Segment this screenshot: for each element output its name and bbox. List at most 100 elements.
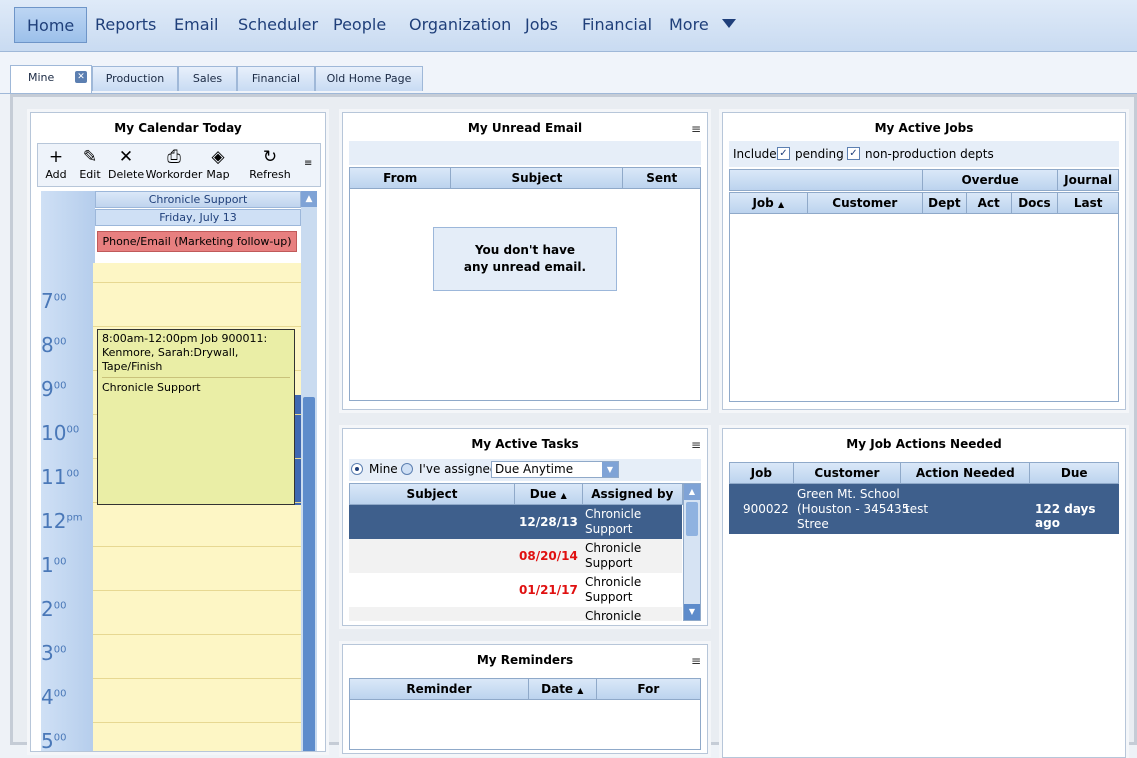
scroll-up-icon[interactable]: ▲ (301, 191, 317, 207)
active-jobs-title: My Active Jobs (874, 121, 974, 135)
hour-label: 200 (41, 597, 91, 621)
col-action-needed[interactable]: Action Needed (901, 463, 1031, 483)
pending-checkbox[interactable]: ✓ (777, 147, 790, 160)
nav-people[interactable]: People (321, 7, 398, 43)
appointment-time: 8:00am-12:00pm Job 900011: (102, 332, 268, 345)
action-row[interactable]: 900022 Green Mt. School (Houston - 34543… (729, 484, 1119, 534)
nav-more[interactable]: More (657, 7, 721, 43)
tab-old-home-page[interactable]: Old Home Page (315, 66, 423, 91)
nonprod-checkbox[interactable]: ✓ (847, 147, 860, 160)
sort-asc-icon: ▲ (560, 491, 567, 500)
col-customer[interactable]: Customer (794, 463, 902, 483)
col-sent[interactable]: Sent (623, 168, 700, 188)
delete-button[interactable]: ✕ Delete (108, 146, 144, 181)
x-icon: ✕ (118, 147, 134, 167)
more-dropdown-icon[interactable] (722, 19, 736, 28)
col-customer[interactable]: Customer (808, 193, 923, 213)
hour-number: 1 (41, 553, 54, 577)
add-button[interactable]: + Add (42, 146, 70, 181)
tasks-scrollbar[interactable]: ▲ ▼ (683, 483, 701, 621)
event-marker (295, 395, 301, 505)
hour-number: 8 (41, 333, 54, 357)
col-subject[interactable]: Subject (350, 484, 515, 504)
menu-icon[interactable]: ≡ (304, 158, 312, 169)
radio-dot (355, 467, 359, 471)
email-title: My Unread Email (467, 121, 583, 135)
tab-financial[interactable]: Financial (237, 66, 315, 91)
hour-number: 7 (41, 289, 54, 313)
col-reminder[interactable]: Reminder (350, 679, 529, 699)
tab-mine-label: Mine (28, 71, 55, 84)
add-label: Add (45, 168, 67, 181)
active-jobs-panel: My Active Jobs Include ✓ pending ✓ non-p… (722, 112, 1126, 410)
hour-label: 800 (41, 333, 91, 357)
hour-number: 11 (41, 465, 67, 489)
tasks-scroll-thumb[interactable] (686, 502, 698, 536)
plus-icon: + (48, 147, 64, 167)
hour-label: 300 (41, 641, 91, 665)
assigned-radio[interactable] (401, 463, 413, 475)
hour-number: 5 (41, 729, 54, 752)
hour-minutes: 00 (53, 732, 67, 744)
reminders-title: My Reminders (476, 653, 574, 667)
nav-jobs[interactable]: Jobs (513, 7, 570, 43)
reminders-list (349, 700, 701, 750)
action-needed: test (905, 502, 929, 516)
col-due[interactable]: Due (1030, 463, 1118, 483)
task-row[interactable]: 01/21/17 Chronicle Support (349, 573, 682, 607)
task-assigned-by: Chronicle (585, 575, 642, 589)
menu-icon[interactable]: ≡ (691, 438, 701, 452)
tab-sales[interactable]: Sales (178, 66, 237, 91)
refresh-button[interactable]: ↻ Refresh (248, 146, 292, 181)
action-customer: Green Mt. School (797, 487, 900, 501)
menu-icon[interactable]: ≡ (691, 122, 701, 136)
col-assigned-by[interactable]: Assigned by (583, 484, 682, 504)
refresh-label: Refresh (249, 168, 291, 181)
col-job[interactable]: Job (730, 463, 794, 483)
task-row[interactable]: 08/20/14 Chronicle Support (349, 539, 682, 573)
nav-home[interactable]: Home (14, 7, 88, 43)
nav-organization[interactable]: Organization (397, 7, 523, 43)
close-tab-icon[interactable]: ✕ (75, 71, 87, 83)
job-appointment[interactable]: 8:00am-12:00pm Job 900011: Kenmore, Sara… (97, 329, 295, 505)
col-due[interactable]: Due ▲ (515, 484, 583, 504)
hour-number: 10 (41, 421, 67, 445)
nav-scheduler[interactable]: Scheduler (226, 7, 330, 43)
col-dept[interactable]: Dept (923, 193, 967, 213)
allday-appointment[interactable]: Phone/Email (Marketing follow-up) (97, 231, 297, 252)
nav-financial[interactable]: Financial (570, 7, 664, 43)
workorder-button[interactable]: ⎙ Workorder (145, 146, 203, 181)
mine-radio[interactable] (351, 463, 363, 475)
nav-email[interactable]: Email (162, 7, 230, 43)
col-docs[interactable]: Docs (1012, 193, 1059, 213)
col-job[interactable]: Job ▲ (730, 193, 808, 213)
hour-minutes: pm (66, 512, 83, 524)
email-filter-bar (349, 141, 701, 165)
col-job-label: Job (752, 196, 774, 210)
sort-asc-icon: ▲ (577, 686, 584, 695)
map-button[interactable]: ◈ Map (204, 146, 232, 181)
tab-production[interactable]: Production (92, 66, 178, 91)
scroll-down-icon[interactable]: ▼ (684, 604, 700, 620)
tasks-table-header: Subject Due ▲ Assigned by (349, 483, 683, 505)
hour-minutes: 00 (53, 644, 67, 656)
email-list (349, 189, 701, 401)
delete-label: Delete (108, 168, 145, 181)
col-for[interactable]: For (597, 679, 700, 699)
edit-button[interactable]: ✎ Edit (76, 146, 104, 181)
task-row[interactable]: Chronicle (349, 607, 682, 621)
col-subject[interactable]: Subject (451, 168, 624, 188)
hour-number: 12 (41, 509, 67, 533)
tab-mine[interactable]: Mine ✕ (10, 65, 92, 93)
nav-reports[interactable]: Reports (83, 7, 168, 43)
col-last[interactable]: Last (1058, 193, 1118, 213)
col-from[interactable]: From (350, 168, 452, 188)
menu-icon[interactable]: ≡ (691, 654, 701, 668)
due-filter-select[interactable]: Due Anytime ▼ (491, 461, 619, 478)
hour-gridline (93, 282, 301, 283)
calendar-scroll-thumb[interactable] (303, 397, 315, 751)
task-row[interactable]: 12/28/13 Chronicle Support (349, 505, 682, 539)
col-act[interactable]: Act (967, 193, 1012, 213)
scroll-up-icon[interactable]: ▲ (684, 484, 700, 500)
col-date[interactable]: Date ▲ (529, 679, 597, 699)
